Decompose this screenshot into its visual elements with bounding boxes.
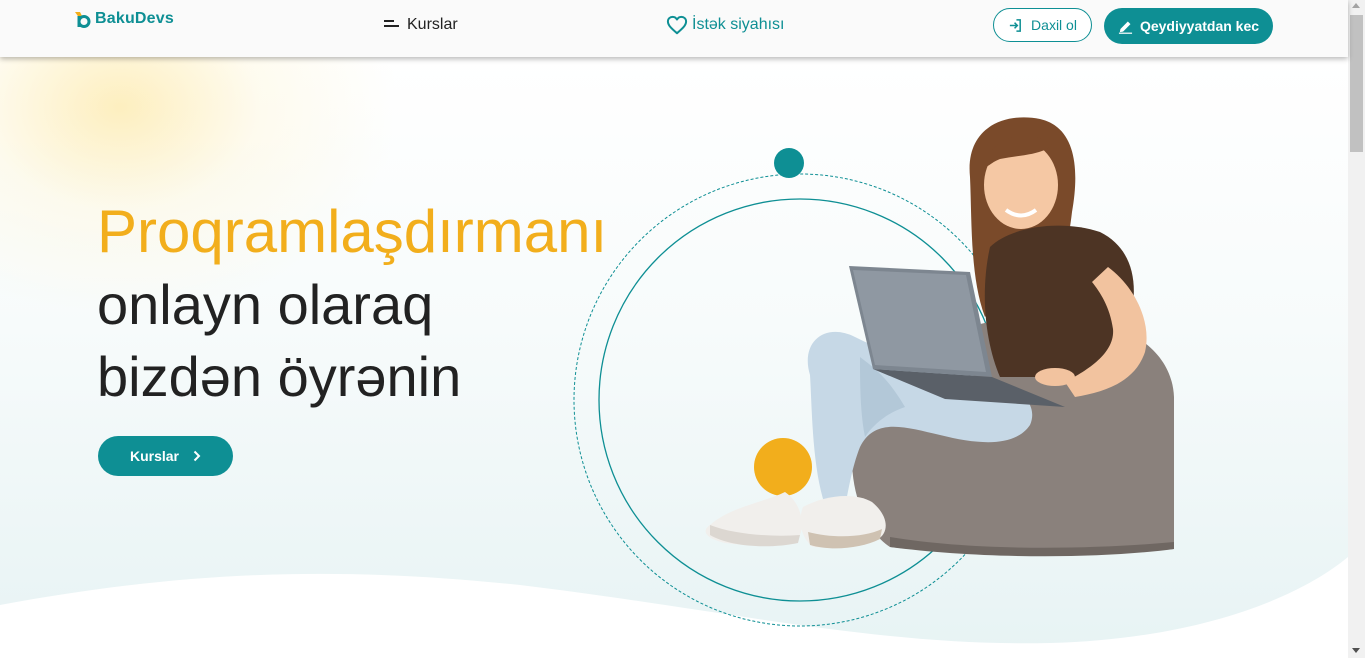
nav-courses-label: Kurslar [407, 16, 458, 33]
login-label: Daxil ol [1031, 17, 1077, 33]
logo[interactable]: BakuDevs [73, 10, 174, 28]
menu-lines-icon [384, 20, 399, 27]
chevron-right-icon [193, 450, 201, 462]
register-button[interactable]: Qeydiyyatdan kec [1104, 8, 1273, 44]
hero-headline-line-1: Proqramlaşdırmanı [97, 198, 608, 265]
login-button[interactable]: Daxil ol [993, 8, 1092, 42]
hero-courses-button[interactable]: Kurslar [98, 436, 233, 476]
hero-illustration-student [573, 117, 1174, 627]
nav-wishlist-label: İstək siyahısı [692, 16, 785, 33]
hero-courses-label: Kurslar [129, 448, 180, 464]
pencil-icon [1118, 21, 1133, 34]
hero-headline-line-2: onlayn olaraq [97, 273, 434, 336]
scroll-up-arrow-icon[interactable] [1352, 3, 1360, 8]
nav-wishlist-link[interactable]: İstək siyahısı [666, 15, 784, 35]
nav-courses-link[interactable]: Kurslar [384, 16, 458, 34]
top-navbar: BakuDevs Kurslar İstək siyahısı Daxil ol… [0, 0, 1348, 57]
scroll-down-arrow-icon[interactable] [1352, 648, 1360, 653]
scrollbar-thumb[interactable] [1350, 15, 1363, 152]
hero-section: Proqramlaşdırmanı onlayn olaraq bizdən ö… [0, 57, 1348, 658]
bakudevs-logo-icon [75, 12, 91, 28]
hero-headline-line-3: bizdən öyrənin [97, 345, 462, 408]
logo-text: BakuDevs [95, 10, 174, 27]
heart-icon [666, 15, 688, 35]
login-arrow-icon [1009, 18, 1021, 32]
register-label: Qeydiyyatdan kec [1139, 18, 1260, 34]
